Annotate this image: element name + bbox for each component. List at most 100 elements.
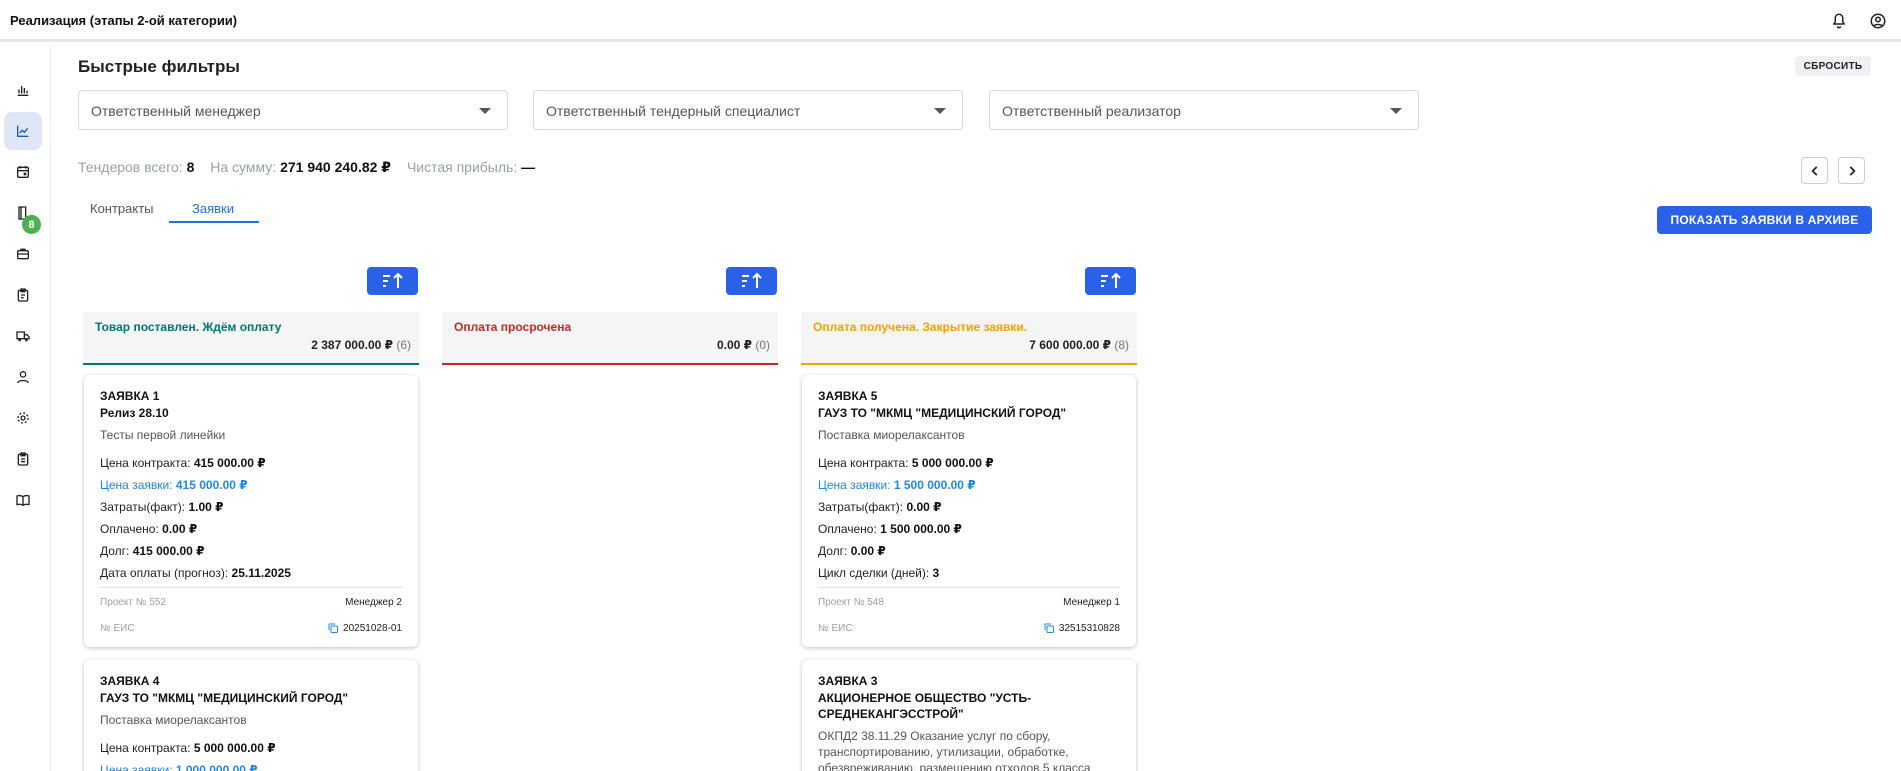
profit-label: Чистая прибыль: [406, 159, 518, 175]
chevron-left-icon [1810, 165, 1817, 176]
calendar-icon [17, 166, 29, 178]
previous-button[interactable] [1801, 157, 1828, 184]
bid-number: ЗАЯВКА 5 [818, 389, 878, 403]
project-number: Проект № 548 [818, 597, 884, 608]
eis-value: 20251028-01 [343, 622, 402, 634]
sort-button[interactable] [1085, 267, 1136, 295]
bid-description: Поставка миорелаксантов [100, 713, 247, 727]
open-book-icon [16, 494, 30, 507]
copy-icon [1044, 623, 1054, 633]
tenders-value: 8 [186, 159, 195, 175]
sort-ascending-icon [741, 272, 762, 288]
copy-icon [328, 623, 339, 633]
column-sum-value: 7 600 000.00 ₽ [1029, 338, 1111, 352]
briefcase-icon [17, 248, 29, 260]
eis-number[interactable]: 20251028-01 [327, 622, 402, 634]
column-header-payment-received: Оплата получена. Закрытие заявки. 7 600 … [801, 312, 1137, 365]
manager-name: Менеджер 1 [1063, 597, 1120, 608]
bid-number: ЗАЯВКА 4 [100, 674, 160, 688]
column-sum: 0.00 ₽ (0) [717, 338, 770, 352]
implementer-select[interactable]: Ответственный реализатор [989, 90, 1419, 130]
paid-row: Оплачено: 0.00 ₽ [100, 522, 198, 536]
paid-row: Оплачено: 1 500 000.00 ₽ [818, 522, 962, 536]
sidebar: 8 [0, 45, 51, 771]
bid-customer: АКЦИОНЕРНОЕ ОБЩЕСТВО "УСТЬ-СРЕДНЕКАНГЭСС… [818, 691, 1032, 721]
sort-ascending-icon [1100, 272, 1121, 288]
bid-card[interactable]: ЗАЯВКА 4 ГАУЗ ТО "МКМЦ "МЕДИЦИНСКИЙ ГОРО… [84, 660, 418, 771]
sidebar-item-tasks[interactable] [4, 276, 42, 314]
bid-customer: Релиз 28.10 [100, 406, 169, 420]
bid-card[interactable]: ЗАЯВКА 1 Релиз 28.10 Тесты первой линейк… [84, 375, 418, 647]
sort-ascending-icon [382, 272, 403, 288]
sidebar-item-realization[interactable] [4, 112, 42, 150]
chevron-down-icon [479, 108, 491, 114]
tab-bids[interactable]: Заявки [192, 201, 234, 216]
bid-price-row: Цена заявки: 1 000 000.00 ₽ [100, 763, 258, 771]
eis-label: № ЕИС [100, 623, 135, 634]
sidebar-item-portfolio[interactable] [4, 235, 42, 273]
clipboard-list-icon [17, 452, 29, 466]
bid-description: ОКПД2 38.11.29 Оказание услуг по сбору, … [818, 729, 1091, 771]
reset-filters-button[interactable]: СБРОСИТЬ [1795, 56, 1871, 76]
bid-price-row: Цена заявки: 1 500 000.00 ₽ [818, 478, 976, 492]
manager-select[interactable]: Ответственный менеджер [78, 90, 508, 130]
column-sum-value: 0.00 ₽ [716, 338, 752, 352]
quick-filters-title: Быстрые фильтры [78, 57, 240, 76]
active-tab-indicator [169, 221, 259, 223]
account-circle-icon[interactable] [1869, 12, 1887, 30]
manager-select-placeholder: Ответственный менеджер [91, 103, 261, 119]
debt-row: Долг: 415 000.00 ₽ [100, 544, 205, 558]
column-count: (8) [1114, 338, 1129, 352]
profit-value: — [521, 159, 536, 175]
column-title: Оплата получена. Закрытие заявки. [813, 320, 1028, 334]
project-number: Проект № 552 [100, 597, 166, 608]
deal-cycle-row: Цикл сделки (дней): 3 [818, 566, 940, 580]
bid-card[interactable]: ЗАЯВКА 3 АКЦИОНЕРНОЕ ОБЩЕСТВО "УСТЬ-СРЕД… [802, 660, 1136, 771]
contract-price-row: Цена контракта: 5 000 000.00 ₽ [100, 741, 276, 755]
costs-row: Затраты(факт): 0.00 ₽ [818, 500, 942, 514]
bid-customer: ГАУЗ ТО "МКМЦ "МЕДИЦИНСКИЙ ГОРОД" [818, 406, 1067, 420]
column-sum: 2 387 000.00 ₽ (6) [311, 338, 411, 352]
sidebar-item-knowledge[interactable] [4, 481, 42, 519]
bid-number: ЗАЯВКА 1 [100, 389, 160, 403]
sort-button[interactable] [726, 267, 777, 295]
bell-icon[interactable] [1830, 12, 1848, 30]
tender-specialist-select[interactable]: Ответственный тендерный специалист [533, 90, 963, 130]
person-icon [17, 371, 29, 384]
sidebar-item-delivery[interactable] [4, 317, 42, 355]
sidebar-item-analytics[interactable] [4, 71, 42, 109]
payment-date-row: Дата оплаты (прогноз): 25.11.2025 [100, 566, 291, 580]
eis-label: № ЕИС [818, 623, 853, 634]
eis-value: 32515310828 [1058, 622, 1120, 634]
column-count: (0) [755, 338, 770, 352]
chevron-right-icon [1849, 165, 1856, 176]
sidebar-item-calendar[interactable] [4, 153, 42, 191]
implementer-select-placeholder: Ответственный реализатор [1002, 103, 1181, 119]
column-title: Оплата просрочена [454, 320, 572, 334]
divider [100, 587, 402, 588]
eis-number[interactable]: 32515310828 [1043, 622, 1120, 634]
sort-button[interactable] [367, 267, 418, 295]
trending-chart-icon [17, 125, 29, 137]
tab-contracts[interactable]: Контракты [90, 201, 154, 216]
bar-chart-icon [17, 86, 29, 96]
bid-number: ЗАЯВКА 3 [818, 674, 878, 688]
bid-description: Тесты первой линейки [100, 428, 226, 442]
sum-value: 271 940 240.82 ₽ [280, 159, 392, 175]
tender-specialist-select-placeholder: Ответственный тендерный специалист [546, 103, 801, 119]
truck-icon [16, 331, 30, 342]
sidebar-item-users[interactable] [4, 358, 42, 396]
column-header-awaiting-payment: Товар поставлен. Ждём оплату 2 387 000.0… [83, 312, 419, 365]
bid-card[interactable]: ЗАЯВКА 5 ГАУЗ ТО "МКМЦ "МЕДИЦИНСКИЙ ГОРО… [802, 375, 1136, 647]
gear-icon [17, 412, 29, 424]
sidebar-item-reports[interactable] [4, 440, 42, 478]
debt-row: Долг: 0.00 ₽ [818, 544, 886, 558]
show-archive-button[interactable]: ПОКАЗАТЬ ЗАЯВКИ В АРХИВЕ [1657, 206, 1872, 234]
contract-price-row: Цена контракта: 5 000 000.00 ₽ [818, 456, 994, 470]
page-title: Реализация (этапы 2-ой категории) [10, 13, 238, 28]
next-button[interactable] [1838, 157, 1865, 184]
bid-price-row: Цена заявки: 415 000.00 ₽ [100, 478, 248, 492]
sidebar-item-settings[interactable] [4, 399, 42, 437]
bid-description: Поставка миорелаксантов [818, 428, 965, 442]
divider [818, 587, 1120, 588]
